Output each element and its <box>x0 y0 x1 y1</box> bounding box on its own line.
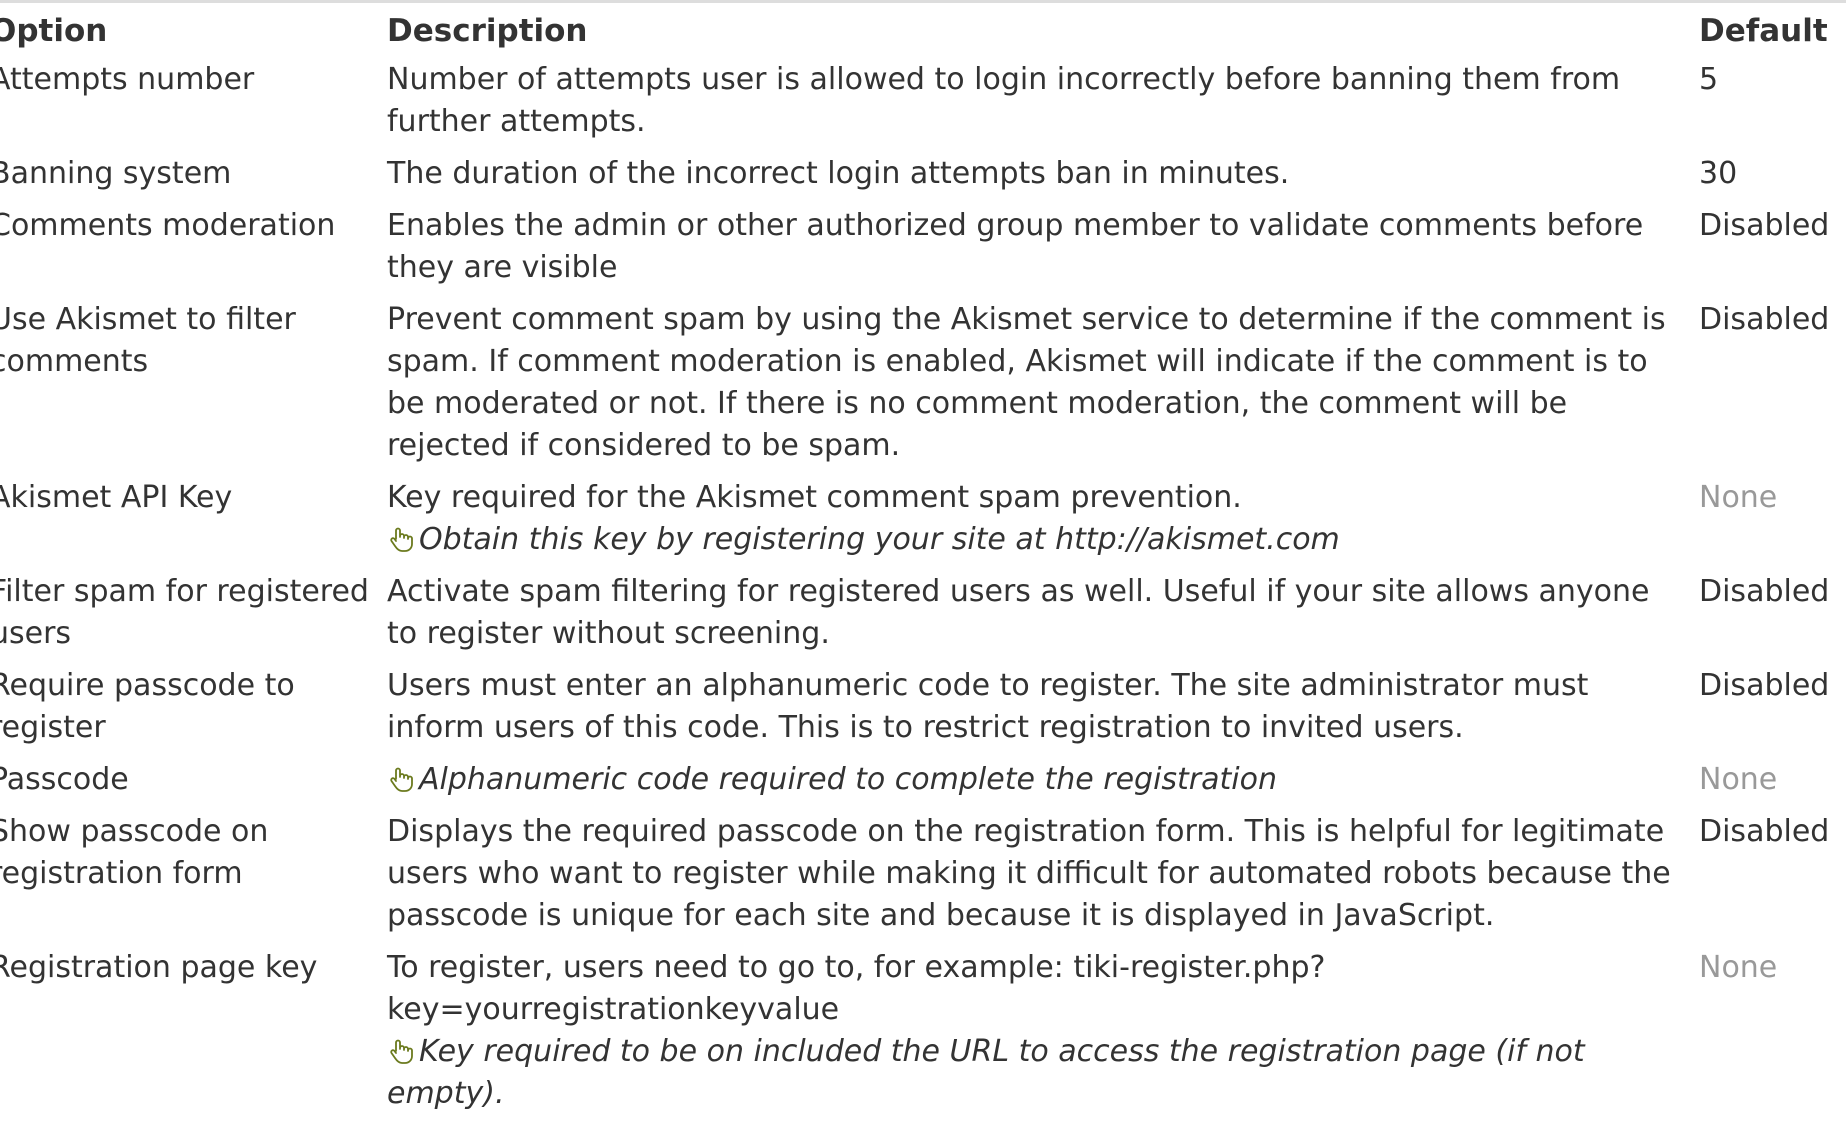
option-default: None <box>1699 762 1778 797</box>
option-default: Disabled <box>1699 302 1830 337</box>
option-description: Users must enter an alphanumeric code to… <box>387 668 1589 745</box>
table-header-row: Option Description Default <box>0 6 1846 55</box>
option-description-cell: Activate spam filtering for registered u… <box>387 567 1699 661</box>
option-hint: Obtain this key by registering your site… <box>387 519 1687 561</box>
option-default: None <box>1699 950 1778 985</box>
table-row: Registration page key To register, users … <box>0 943 1846 1121</box>
option-name: Filter spam for registered users <box>0 574 369 651</box>
option-name: Banning system <box>0 156 232 191</box>
option-name: Show passcode on registration form <box>0 814 269 891</box>
option-name: Registration page key <box>0 950 318 985</box>
option-description: Number of attempts user is allowed to lo… <box>387 62 1621 139</box>
option-name: Attempts number <box>0 62 255 97</box>
option-default: Disabled <box>1699 208 1830 243</box>
top-divider <box>0 0 1846 3</box>
option-name: Require passcode to register <box>0 668 295 745</box>
option-description: The duration of the incorrect login atte… <box>387 156 1290 191</box>
option-description-cell: The duration of the incorrect login atte… <box>387 149 1699 201</box>
option-hint-text: Key required to be on included the URL t… <box>387 1034 1585 1111</box>
preferences-table: Option Description Default Attempts numb… <box>0 6 1846 1121</box>
hand-pointer-icon <box>387 1035 415 1064</box>
table-row: Banning system The duration of the incorr… <box>0 149 1846 201</box>
option-default: Disabled <box>1699 668 1830 703</box>
option-default: 5 <box>1699 62 1719 97</box>
option-name: Use Akismet to filter comments <box>0 302 296 379</box>
table-row: Attempts number Number of attempts user i… <box>0 55 1846 149</box>
option-hint: Alphanumeric code required to complete t… <box>387 759 1687 801</box>
option-description-cell: Alphanumeric code required to complete t… <box>387 755 1699 807</box>
table-row: Akismet API Key Key required for the Akis… <box>0 473 1846 567</box>
option-description-cell: To register, users need to go to, for ex… <box>387 943 1699 1121</box>
option-description-cell: Enables the admin or other authorized gr… <box>387 201 1699 295</box>
option-hint-text: Alphanumeric code required to complete t… <box>419 762 1277 797</box>
option-name: Akismet API Key <box>0 480 233 515</box>
table-row: Show passcode on registration form Displa… <box>0 807 1846 943</box>
option-name: Comments moderation <box>0 208 336 243</box>
table-row: Use Akismet to filter comments Prevent co… <box>0 295 1846 473</box>
option-description: Displays the required passcode on the re… <box>387 814 1671 933</box>
option-default: None <box>1699 480 1778 515</box>
option-description: To register, users need to go to, for ex… <box>387 950 1326 1027</box>
option-default: Disabled <box>1699 814 1830 849</box>
option-description-cell: Displays the required passcode on the re… <box>387 807 1699 943</box>
option-description-cell: Prevent comment spam by using the Akisme… <box>387 295 1699 473</box>
option-description-cell: Number of attempts user is allowed to lo… <box>387 55 1699 149</box>
table-row: Passcode Alphanumeric code required to co… <box>0 755 1846 807</box>
option-name: Passcode <box>0 762 129 797</box>
option-hint: Key required to be on included the URL t… <box>387 1031 1687 1115</box>
table-row: Filter spam for registered usersActivate… <box>0 567 1846 661</box>
option-default: 30 <box>1699 156 1738 191</box>
option-description-cell: Users must enter an alphanumeric code to… <box>387 661 1699 755</box>
option-description: Activate spam filtering for registered u… <box>387 574 1650 651</box>
table-row: Comments moderation Enables the admin or … <box>0 201 1846 295</box>
hand-pointer-icon <box>387 523 415 552</box>
option-description-cell: Key required for the Akismet comment spa… <box>387 473 1699 567</box>
header-description: Description <box>387 13 588 49</box>
option-description: Enables the admin or other authorized gr… <box>387 208 1644 285</box>
hand-pointer-icon <box>387 763 415 792</box>
table-row: Require passcode to register Users must e… <box>0 661 1846 755</box>
option-default: Disabled <box>1699 574 1830 609</box>
header-default: Default <box>1699 13 1828 49</box>
option-description: Prevent comment spam by using the Akisme… <box>387 302 1666 463</box>
option-description: Key required for the Akismet comment spa… <box>387 480 1242 515</box>
header-option: Option <box>0 13 108 49</box>
option-hint-text: Obtain this key by registering your site… <box>419 522 1340 557</box>
